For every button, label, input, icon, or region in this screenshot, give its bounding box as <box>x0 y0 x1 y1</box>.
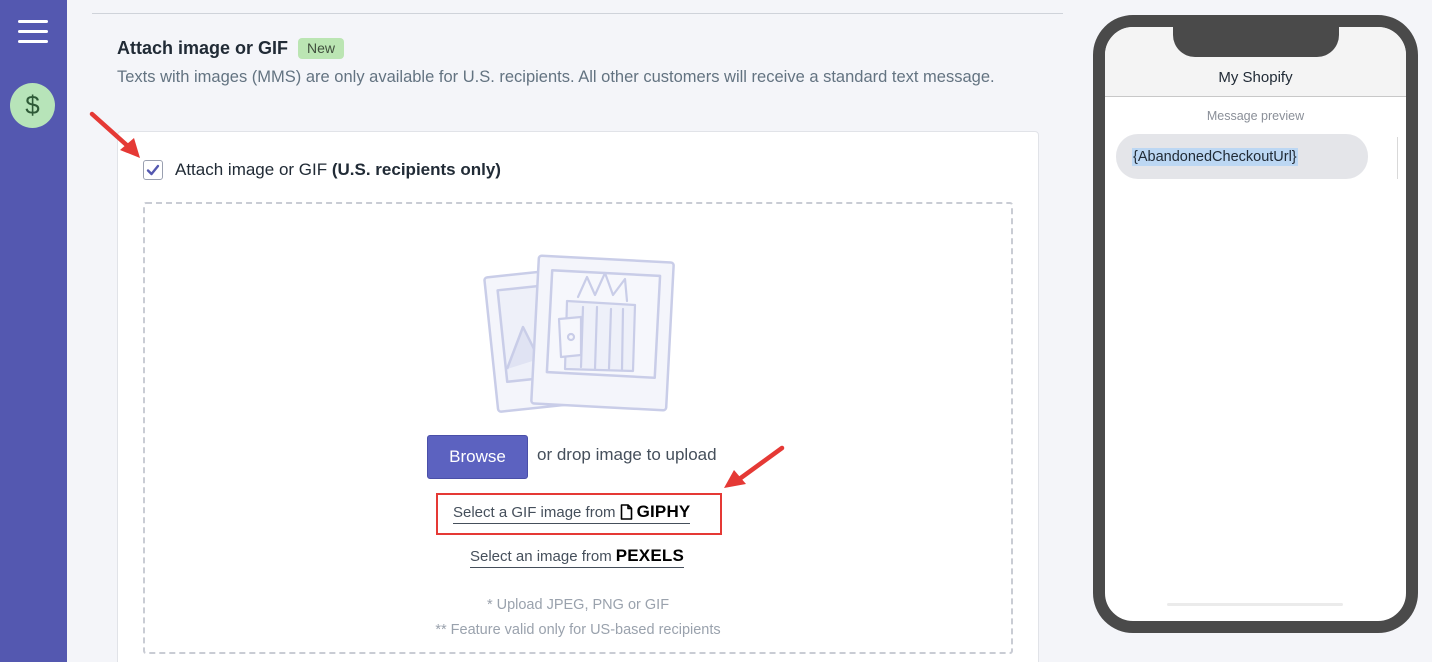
attach-card: Attach image or GIF (U.S. recipients onl… <box>117 131 1039 662</box>
section-description: Texts with images (MMS) are only availab… <box>117 68 995 86</box>
pexels-link[interactable]: Select an image from PEXELS <box>470 546 685 568</box>
attach-label: Attach image or GIF (U.S. recipients onl… <box>175 160 501 180</box>
browse-row: Browse or drop image to upload <box>427 435 717 479</box>
section-title-text: Attach image or GIF <box>117 38 289 58</box>
us-only-note: ** Feature valid only for US-based recip… <box>435 622 721 638</box>
hamburger-icon[interactable] <box>18 20 48 46</box>
giphy-link-text: Select a GIF image from <box>453 503 616 521</box>
phone-notch <box>1173 27 1339 57</box>
image-dropzone[interactable]: Browse or drop image to upload Select a … <box>143 202 1013 654</box>
pexels-brand: PEXELS <box>615 546 685 565</box>
attach-checkbox[interactable] <box>143 160 163 180</box>
message-preview-label: Message preview <box>1206 109 1305 123</box>
format-note: * Upload JPEG, PNG or GIF <box>486 597 670 613</box>
divider <box>92 13 1063 14</box>
attach-checkbox-row: Attach image or GIF (U.S. recipients onl… <box>143 160 501 180</box>
pexels-link-text: Select an image from <box>470 547 612 565</box>
divider <box>1397 137 1398 179</box>
sidebar: $ <box>0 0 67 662</box>
phone-title: My Shopify <box>1218 69 1293 86</box>
attach-label-text: Attach image or GIF <box>175 160 328 179</box>
browse-button[interactable]: Browse <box>427 435 528 479</box>
giphy-link[interactable]: Select a GIF image from GIPHY <box>453 502 691 524</box>
giphy-brand: GIPHY <box>636 502 691 521</box>
dollar-icon[interactable]: $ <box>10 83 55 128</box>
message-bubble: {AbandonedCheckoutUrl} <box>1116 134 1368 179</box>
section-title: Attach image or GIF New <box>117 38 345 59</box>
file-icon <box>620 504 632 520</box>
photos-illustration-icon <box>483 254 675 413</box>
message-text: {AbandonedCheckoutUrl} <box>1132 147 1298 166</box>
dollar-glyph: $ <box>25 90 40 120</box>
checkmark-icon <box>146 164 160 176</box>
phone-preview: My Shopify Message preview {AbandonedChe… <box>1093 15 1418 633</box>
new-badge: New <box>298 38 345 59</box>
home-indicator <box>1167 603 1343 606</box>
drop-text: or drop image to upload <box>537 445 717 464</box>
main-content: Attach image or GIF New Texts with image… <box>67 0 1077 662</box>
attach-label-bold: (U.S. recipients only) <box>331 160 501 179</box>
